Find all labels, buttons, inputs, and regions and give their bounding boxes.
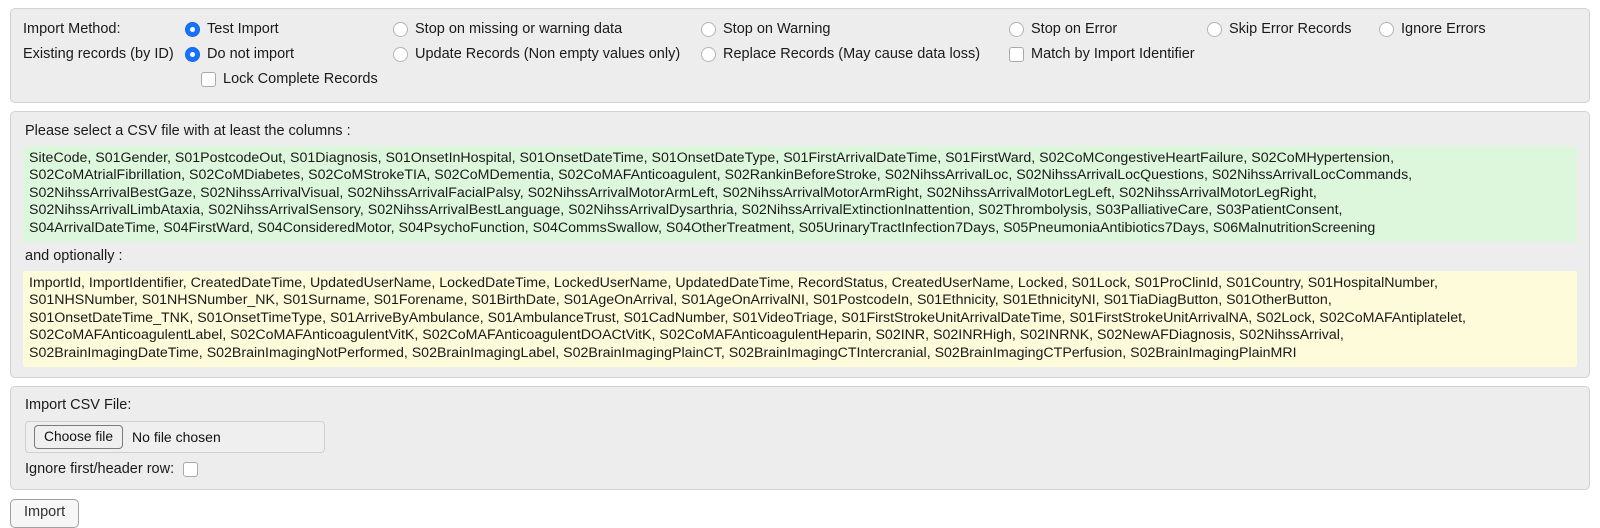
checkbox-ignore-header-row[interactable] [183, 461, 199, 477]
option-ignore-errors[interactable]: Ignore Errors [1379, 22, 1486, 37]
import-method-row: Import Method: Test Import Stop on missi… [23, 17, 1577, 42]
option-stop-on-warning[interactable]: Stop on Warning [701, 22, 1009, 37]
existing-records-label-cell: Existing records (by ID) [23, 47, 185, 62]
option-replace-records[interactable]: Replace Records (May cause data loss) [701, 47, 1009, 62]
optional-columns-list: ImportId, ImportIdentifier, CreatedDateT… [23, 270, 1577, 367]
lock-complete-records-row: Lock Complete Records [23, 67, 1577, 92]
label-stop-on-missing-or-warning-data: Stop on missing or warning data [415, 21, 623, 38]
label-lock-complete-records: Lock Complete Records [223, 71, 378, 88]
import-method-label: Import Method: [23, 21, 121, 38]
checkbox-match-by-import-identifier[interactable] [1009, 47, 1024, 62]
import-page: Import Method: Test Import Stop on missi… [0, 8, 1600, 528]
radio-stop-on-warning[interactable] [701, 22, 716, 37]
import-options-panel: Import Method: Test Import Stop on missi… [10, 8, 1590, 103]
option-match-by-import-identifier[interactable]: Match by Import Identifier [1009, 47, 1195, 62]
label-stop-on-error: Stop on Error [1031, 21, 1118, 38]
checkbox-lock-complete-records[interactable] [201, 72, 216, 87]
radio-skip-error-records[interactable] [1207, 22, 1222, 37]
ignore-header-row-control[interactable]: Ignore first/header row: [25, 461, 1577, 478]
option-test-import[interactable]: Test Import [185, 22, 393, 37]
csv-file-input[interactable]: Choose file No file chosen [25, 420, 325, 453]
optional-columns-heading: and optionally : [25, 247, 123, 264]
optional-columns-line: S01OnsetDateTime_TNK, S01OnsetTimeType, … [29, 309, 1466, 326]
optional-columns-line: S02BrainImagingDateTime, S02BrainImaging… [29, 344, 1297, 361]
option-do-not-import[interactable]: Do not import [185, 47, 393, 62]
required-columns-line: SiteCode, S01Gender, S01PostcodeOut, S01… [29, 149, 1395, 166]
radio-update-records[interactable] [393, 47, 408, 62]
required-columns-line: S02NihssArrivalLimbAtaxia, S02NihssArriv… [29, 202, 1343, 219]
label-ignore-errors: Ignore Errors [1401, 21, 1486, 38]
option-stop-on-missing-or-warning-data[interactable]: Stop on missing or warning data [393, 22, 701, 37]
label-update-records: Update Records (Non empty values only) [415, 46, 681, 63]
label-test-import: Test Import [207, 21, 279, 38]
option-stop-on-error[interactable]: Stop on Error [1009, 22, 1207, 37]
required-columns-panel: Please select a CSV file with at least t… [10, 111, 1590, 378]
required-columns-line: S04ArrivalDateTime, S04FirstWard, S04Con… [29, 219, 1376, 236]
import-button[interactable]: Import [10, 498, 80, 528]
ignore-header-row-label: Ignore first/header row: [25, 461, 175, 478]
import-csv-file-label: Import CSV File: [25, 396, 132, 413]
required-columns-line: S02CoMAtrialFibrillation, S02CoMDiabetes… [29, 167, 1413, 184]
radio-test-import[interactable] [185, 22, 200, 37]
label-skip-error-records: Skip Error Records [1229, 21, 1352, 38]
radio-ignore-errors[interactable] [1379, 22, 1394, 37]
footer-actions: Import [10, 498, 1600, 528]
existing-records-label: Existing records (by ID) [23, 46, 174, 63]
required-columns-heading: Please select a CSV file with at least t… [25, 123, 351, 139]
optional-columns-line: ImportId, ImportIdentifier, CreatedDateT… [29, 274, 1438, 291]
import-method-label-cell: Import Method: [23, 22, 185, 37]
option-lock-complete-records[interactable]: Lock Complete Records [201, 72, 378, 87]
file-status-text: No file chosen [132, 428, 221, 445]
radio-stop-on-error[interactable] [1009, 22, 1024, 37]
required-columns-line: S02NihssArrivalBestGaze, S02NihssArrival… [29, 184, 1317, 201]
file-upload-panel: Import CSV File: Choose file No file cho… [10, 385, 1590, 490]
optional-columns-line: S02CoMAFAnticoagulentLabel, S02CoMAFAnti… [29, 327, 1344, 344]
label-replace-records: Replace Records (May cause data loss) [723, 46, 981, 63]
radio-replace-records[interactable] [701, 47, 716, 62]
label-match-by-import-identifier: Match by Import Identifier [1031, 46, 1195, 63]
label-do-not-import: Do not import [207, 46, 295, 63]
required-columns-list: SiteCode, S01Gender, S01PostcodeOut, S01… [23, 145, 1577, 242]
option-update-records[interactable]: Update Records (Non empty values only) [393, 47, 701, 62]
label-stop-on-warning: Stop on Warning [723, 21, 831, 38]
existing-records-row: Existing records (by ID) Do not import U… [23, 42, 1577, 67]
radio-stop-on-missing-or-warning-data[interactable] [393, 22, 408, 37]
option-skip-error-records[interactable]: Skip Error Records [1207, 22, 1379, 37]
choose-file-button[interactable]: Choose file [34, 424, 124, 449]
radio-do-not-import[interactable] [185, 47, 200, 62]
optional-columns-line: S01NHSNumber, S01NHSNumber_NK, S01Surnam… [29, 292, 1332, 309]
